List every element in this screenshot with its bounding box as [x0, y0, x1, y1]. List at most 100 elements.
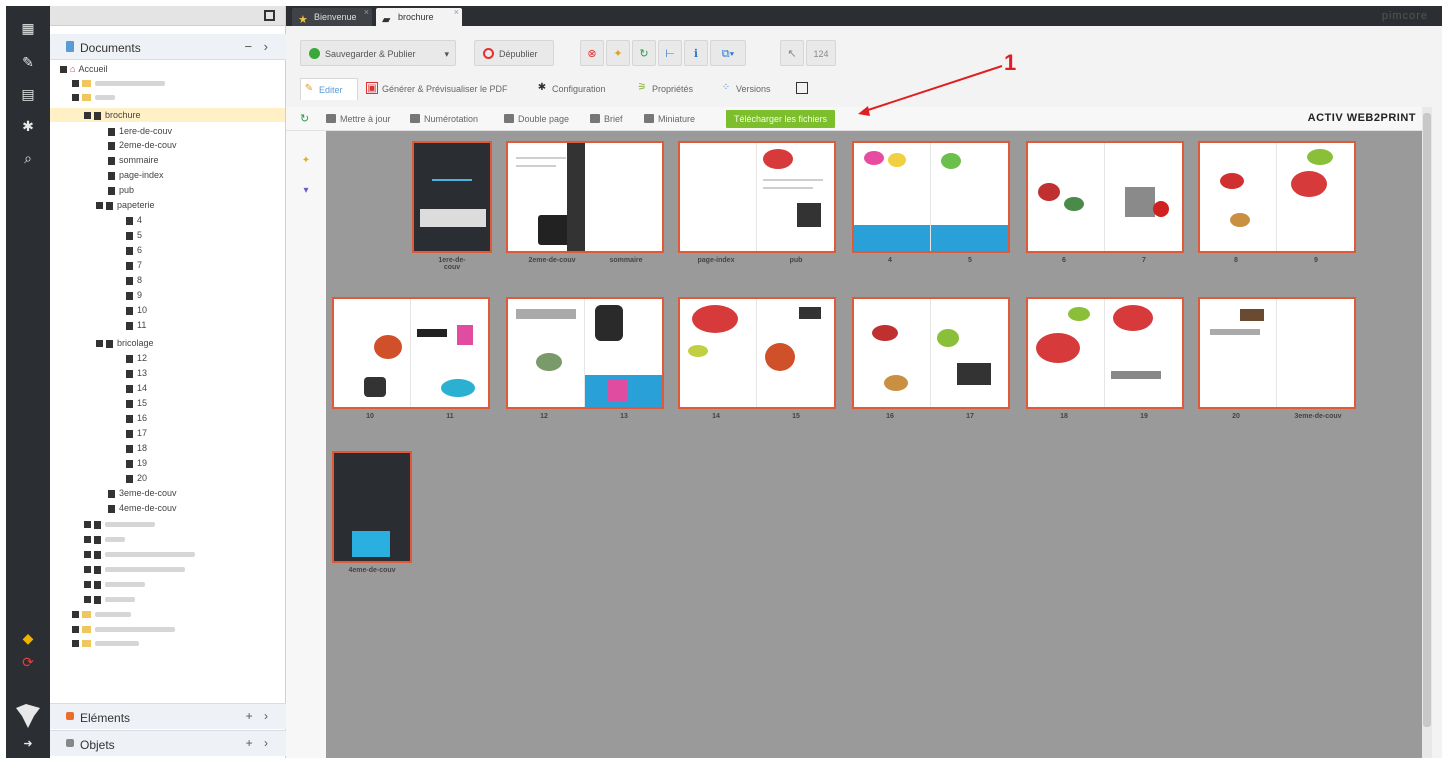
tree-node-page[interactable]: sommaire — [108, 153, 159, 167]
spread-thumbnail[interactable] — [412, 141, 492, 253]
maintenance-icon[interactable]: ⟳ — [18, 652, 38, 672]
tab-versions[interactable]: ⁘ Versions — [718, 78, 771, 100]
share-button[interactable]: ⊢ — [658, 40, 682, 66]
bulb-button[interactable]: ✦ — [606, 40, 630, 66]
tab-generate-pdf[interactable]: ▣ Générer & Prévisualiser le PDF — [364, 78, 508, 100]
tree-node-page[interactable]: pub — [108, 183, 134, 197]
wrench-icon[interactable]: ✎ — [18, 52, 38, 72]
tree-node-page[interactable]: 11 — [126, 318, 146, 332]
documents-panel-header[interactable]: Documents − › — [50, 34, 286, 60]
info-button[interactable]: ℹ — [684, 40, 708, 66]
panel-actions[interactable]: + › — [246, 736, 272, 750]
spread-thumbnail[interactable] — [1026, 297, 1184, 409]
tree-node-page[interactable]: 1ere-de-couv — [108, 124, 172, 138]
spread-thumbnail[interactable] — [332, 451, 412, 563]
tree-node-document[interactable] — [84, 517, 155, 531]
panel-actions[interactable]: − › — [244, 39, 272, 54]
tab-configuration[interactable]: ✱ Configuration — [534, 78, 606, 100]
tree-node-page[interactable]: 2eme-de-couv — [108, 138, 177, 152]
tree-node-bricolage[interactable]: bricolage — [96, 336, 154, 350]
tree-node-page[interactable]: 8 — [126, 273, 142, 287]
tree-node-page[interactable]: 7 — [126, 258, 142, 272]
tree-node-document[interactable] — [84, 577, 145, 591]
tree-node-page[interactable]: 18 — [126, 441, 147, 455]
dashboard-icon[interactable]: ▦ — [18, 18, 38, 38]
numbering-button[interactable]: Numérotation — [410, 111, 478, 127]
tree-node-folder[interactable] — [72, 622, 175, 636]
tree-node-page[interactable]: 15 — [126, 396, 147, 410]
panel-actions[interactable]: + › — [246, 709, 272, 723]
tree-menu-button[interactable]: ⧉▾ — [710, 40, 746, 66]
tree-node-document[interactable] — [84, 532, 125, 546]
settings-icon[interactable]: ✱ — [18, 116, 38, 136]
brief-button[interactable]: Brief — [590, 111, 623, 127]
notification-icon[interactable]: ◆ — [18, 628, 38, 648]
maximize-icon[interactable] — [264, 10, 275, 21]
unpublish-button[interactable]: Dépublier — [474, 40, 554, 66]
tree-node-folder[interactable] — [72, 76, 165, 90]
update-button[interactable]: Mettre à jour — [326, 111, 391, 127]
tree-node-page[interactable]: 13 — [126, 366, 147, 380]
tab-bienvenue[interactable]: ★ Bienvenue × — [292, 6, 372, 26]
double-page-button[interactable]: Double page — [504, 111, 569, 127]
spread-thumbnail[interactable] — [506, 141, 664, 253]
spread-thumbnail[interactable] — [852, 297, 1010, 409]
tree-node-document[interactable] — [84, 547, 195, 561]
save-publish-button[interactable]: Sauvegarder & Publier ▾ — [300, 40, 456, 66]
search-icon[interactable]: ⌕ — [18, 148, 38, 168]
spread-thumbnail[interactable] — [1198, 141, 1356, 253]
delete-button[interactable]: ⊗ — [580, 40, 604, 66]
chevron-down-icon[interactable]: ▾ — [444, 41, 449, 67]
elements-panel-header[interactable]: Eléments + › — [50, 703, 286, 729]
spread-thumbnail[interactable] — [506, 297, 664, 409]
tab-extra[interactable] — [794, 78, 812, 100]
thumbnail-button[interactable]: Miniature — [644, 111, 695, 127]
tree-node-page[interactable]: 20 — [126, 471, 147, 485]
tree-node-page[interactable]: 4 — [126, 213, 142, 227]
marketing-icon[interactable]: ▤ — [18, 84, 38, 104]
scrollbar-thumb[interactable] — [1423, 113, 1431, 727]
tree-node-page[interactable]: 9 — [126, 288, 142, 302]
tree-node-page[interactable]: 6 — [126, 243, 142, 257]
tree-label: 9 — [137, 290, 143, 300]
reload-button[interactable]: ↻ — [632, 40, 656, 66]
spread-thumbnail[interactable] — [852, 141, 1010, 253]
tree-node-page[interactable]: 4eme-de-couv — [108, 501, 177, 515]
logout-icon[interactable]: ➜ — [18, 734, 38, 754]
tree-node-page[interactable]: 10 — [126, 303, 147, 317]
close-icon[interactable]: × — [364, 6, 369, 21]
tree-node-folder[interactable] — [72, 636, 139, 650]
tree-node-papeterie[interactable]: papeterie — [96, 198, 155, 212]
tree-node-folder[interactable] — [72, 90, 115, 104]
tree-node-page[interactable]: 16 — [126, 411, 147, 425]
tree-node-page[interactable]: 3eme-de-couv — [108, 486, 177, 500]
tree-node-page[interactable]: 19 — [126, 456, 147, 470]
tree-node-folder[interactable] — [72, 607, 131, 621]
vertical-scrollbar[interactable] — [1422, 107, 1432, 758]
close-icon[interactable]: × — [454, 6, 459, 21]
bulb-icon[interactable]: ✦ — [300, 155, 312, 167]
document-tabs: ✎ Editer ▣ Générer & Prévisualiser le PDF … — [286, 78, 1442, 100]
refresh-icon[interactable]: ↻ — [300, 111, 314, 127]
cursor-button[interactable]: ↖ — [780, 40, 804, 66]
tab-properties[interactable]: ⚞ Propriétés — [634, 78, 694, 100]
tab-brochure[interactable]: ▰ brochure × — [376, 6, 462, 26]
tree-node-page[interactable]: 14 — [126, 381, 147, 395]
tree-node-accueil[interactable]: ⌂ Accueil — [60, 62, 107, 76]
spread-thumbnail[interactable] — [678, 141, 836, 253]
objects-panel-header[interactable]: Objets + › — [50, 730, 286, 756]
tree-node-brochure[interactable]: brochure — [50, 108, 285, 122]
spread-thumbnail[interactable] — [332, 297, 490, 409]
tree-node-page[interactable]: 12 — [126, 351, 147, 365]
spread-thumbnail[interactable] — [1198, 297, 1356, 409]
tree-node-page[interactable]: 5 — [126, 228, 142, 242]
tree-node-page[interactable]: page-index — [108, 168, 164, 182]
trash-icon[interactable]: ▾ — [300, 185, 312, 197]
spread-thumbnail[interactable] — [1026, 141, 1184, 253]
tree-node-document[interactable] — [84, 592, 135, 606]
spread-thumbnail[interactable] — [678, 297, 836, 409]
tab-edit[interactable]: ✎ Editer — [300, 78, 358, 100]
tree-node-page[interactable]: 17 — [126, 426, 147, 440]
tree-node-document[interactable] — [84, 562, 185, 576]
download-files-button[interactable]: Télécharger les fichiers — [726, 110, 836, 128]
